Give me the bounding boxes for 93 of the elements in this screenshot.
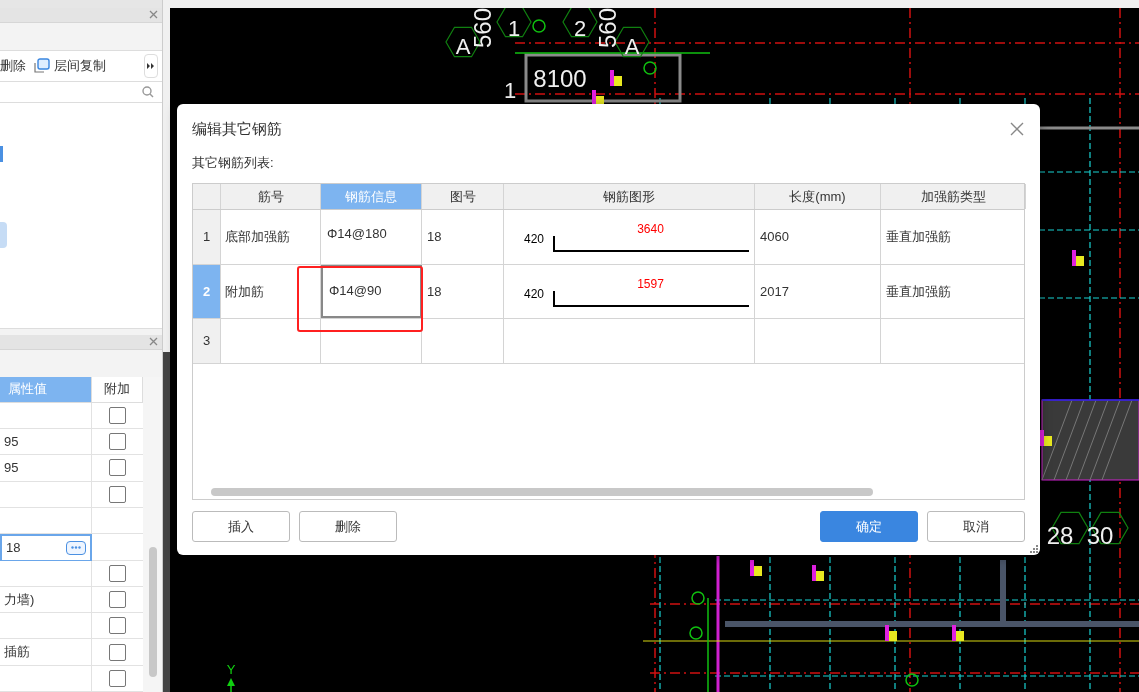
rebar-tag-icon [610,70,622,86]
table-cell[interactable] [0,402,92,430]
column-header: 属性值 [0,376,92,403]
search-field[interactable] [0,82,162,104]
table-cell-text: 4060 [760,228,789,247]
axis-label: Y [226,662,236,677]
table-cell-text: 垂直加强筋 [886,228,951,247]
property-value: 力墙) [4,590,35,609]
dialog-title: 编辑其它钢筋 [192,118,282,139]
axis-label: 2 [573,15,587,41]
column-header[interactable]: 加强筋类型 [881,184,1026,209]
rebar-tag-icon [1040,430,1052,446]
property-value: 95 [4,459,19,478]
property-value: 插筋 [4,643,30,662]
axis-label: A [455,33,471,59]
grid-bubble-icon [905,673,919,687]
rebar-tag-icon [812,565,824,581]
property-value: 18 [6,539,21,558]
dimension-label: 560 [594,8,622,48]
table-cell[interactable] [0,613,92,640]
grid-bubble-icon [643,61,657,75]
dialog-button[interactable]: 确定 [820,511,918,542]
table-cell[interactable]: 95 [0,455,92,482]
property-value: 95 [4,432,19,451]
dialog-button[interactable]: 取消 [927,511,1025,542]
dialog-button[interactable]: 插入 [192,511,290,542]
table-cell[interactable]: Φ14@90 [321,265,422,318]
table-cell[interactable]: 95 [0,429,92,456]
shape-length: 1597 [637,276,664,291]
resize-grip-icon[interactable] [1030,545,1038,553]
shape-dimension: 420 [524,285,545,303]
axis-label: 1 [503,77,517,103]
list-label: 其它钢筋列表: [192,154,275,172]
rebar-tag-icon [885,625,897,641]
toolbar-button[interactable]: 层间复制 [34,56,106,76]
checkbox[interactable] [109,406,126,424]
toolbar-button[interactable]: 删除 [0,56,26,76]
scrollbar-thumb[interactable] [148,546,157,677]
tree-item[interactable] [0,146,3,163]
checkbox[interactable] [109,433,126,451]
double-arrow-icon [147,62,155,69]
grid-bubble-icon [532,19,546,33]
table-cell[interactable] [0,481,92,508]
rebar-tag-icon [1072,250,1084,266]
table-cell[interactable]: 18 [0,534,92,561]
table-cell[interactable] [0,560,92,587]
more-options-button[interactable] [66,540,86,555]
checkbox[interactable] [109,564,126,582]
rebar-tag-icon [952,625,964,641]
search-icon [142,86,154,99]
dimension-label: 560 [469,8,497,48]
rebar-tag-icon [750,560,762,576]
checkbox[interactable] [109,485,126,503]
table-cell[interactable] [0,507,92,535]
checkbox[interactable] [109,459,126,477]
close-icon[interactable] [149,337,158,347]
shape-dimension: 420 [524,231,545,248]
column-header[interactable]: 图号 [422,184,504,209]
table-cell-text: 垂直加强筋 [886,282,951,301]
dimension-label: 28 [1046,522,1074,550]
column-header[interactable]: 钢筋图形 [504,184,755,209]
dimension-label: 8100 [533,65,587,93]
close-icon[interactable] [1010,122,1024,136]
ellipsis-icon [71,546,81,550]
y-axis-arrow [227,678,235,692]
dialog-button[interactable]: 删除 [299,511,397,542]
table-cell-text: 18 [427,228,442,247]
row-number[interactable]: 1 [193,210,221,264]
scrollbar-thumb[interactable] [211,488,873,496]
copy-icon [34,57,50,74]
checkbox[interactable] [109,590,126,608]
checkbox[interactable] [109,669,126,687]
row-number[interactable]: 3 [193,319,221,363]
table-cell[interactable]: 插筋 [0,639,92,666]
grid-bubble-icon [691,591,705,605]
table-cell-text: 2017 [760,282,789,301]
table-cell-text: 18 [427,282,442,301]
grid-bubble-icon [689,626,703,640]
axis-label: 1 [507,15,521,41]
close-icon[interactable] [149,10,158,20]
table-cell-text: 附加筋 [225,282,264,301]
scrollbar-thumb[interactable] [163,352,170,692]
dimension-label: 30 [1086,522,1114,550]
table-cell-text: 底部加强筋 [225,228,290,247]
column-header: 附加 [92,376,143,403]
checkbox[interactable] [109,617,126,635]
table-cell[interactable] [0,665,92,692]
column-header[interactable]: 长度(mm) [755,184,881,209]
table-cell[interactable]: Φ14@180 [321,210,422,264]
checkbox[interactable] [109,643,126,661]
table-cell[interactable]: 力墙) [0,586,92,614]
shape-length: 3640 [637,222,664,236]
more-button[interactable] [144,53,158,78]
